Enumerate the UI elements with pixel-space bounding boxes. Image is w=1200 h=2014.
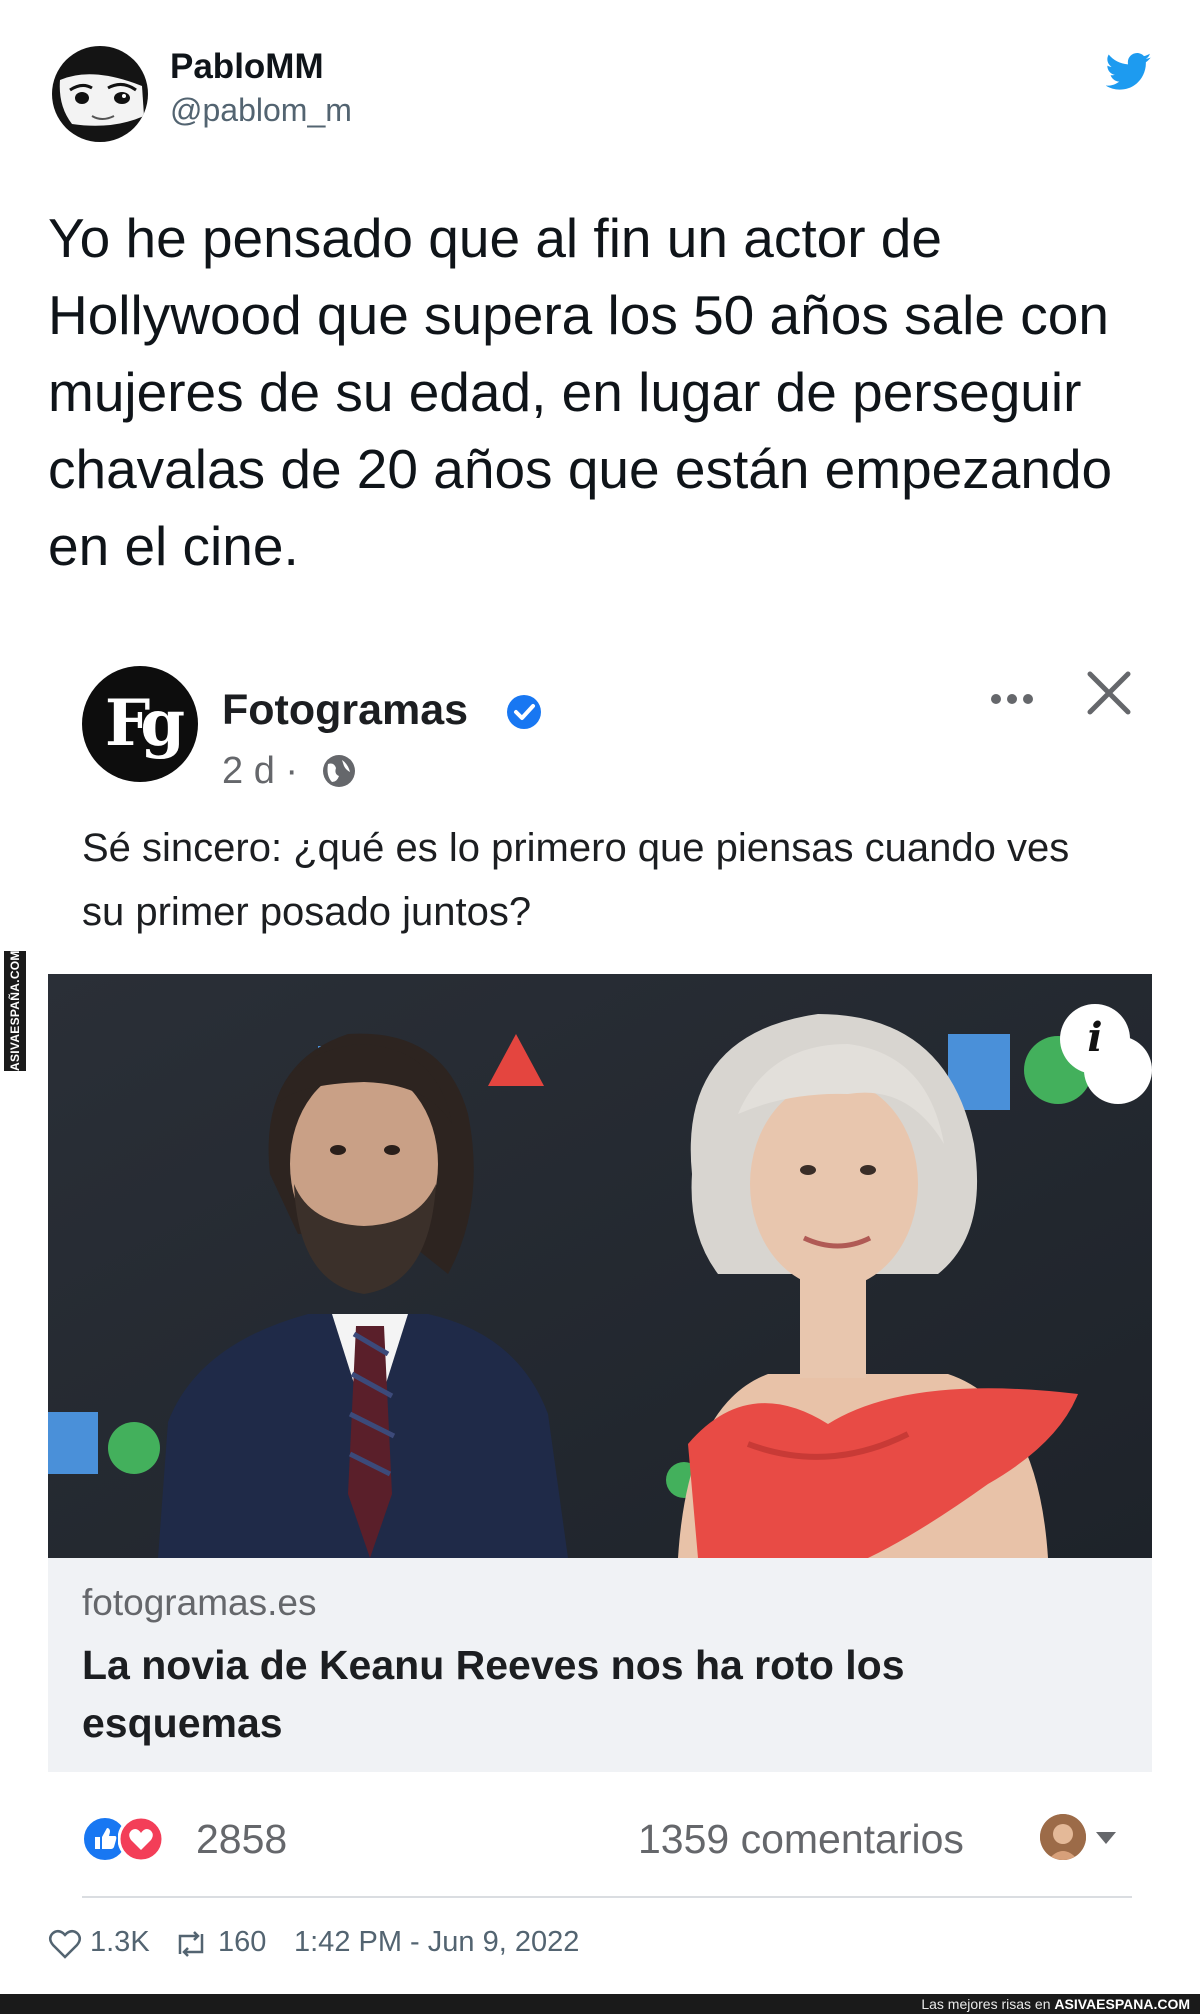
tweet-text: Yo he pensado que al fin un actor de Hol… [48,207,1113,577]
tweet-footer: 1.3K 160 1:42 PM - Jun 9, 2022 [48,1922,1148,1972]
embedded-facebook-post: Fg Fotogramas 2 d · Sé sincero: ¿qué es … [48,646,1152,1908]
author-avatar[interactable] [52,46,148,142]
post-stats: 2858 1359 comentarios [48,1772,1152,1892]
retweets-count[interactable]: 160 [218,1926,266,1959]
chevron-down-icon[interactable] [1094,1830,1118,1846]
close-icon[interactable] [1084,668,1134,718]
reactions-count[interactable]: 2858 [196,1816,287,1863]
viewer-avatar[interactable] [1040,1814,1086,1860]
verified-badge-icon [507,695,541,729]
love-reaction-icon[interactable] [118,1816,164,1862]
page-name[interactable]: Fotogramas [222,686,468,735]
likes-count[interactable]: 1.3K [90,1926,150,1959]
more-icon[interactable] [982,684,1042,714]
info-icon[interactable]: i [1060,1004,1130,1074]
bottom-watermark-prefix: Las mejores risas en [921,1996,1051,2012]
post-photo[interactable]: i [48,974,1152,1558]
info-icon-glyph: i [1087,1014,1103,1061]
tweet-timestamp[interactable]: 1:42 PM - Jun 9, 2022 [294,1926,579,1959]
comments-count[interactable]: 1359 comentarios [638,1816,964,1863]
author-names: PabloMM @pablom_m [170,46,352,132]
link-headline: La novia de Keanu Reeves nos ha roto los… [82,1642,905,1746]
side-watermark: ASIVAESPAÑA.COM [4,950,26,1071]
post-text: Sé sincero: ¿qué es lo primero que piens… [82,826,1070,934]
globe-icon [323,755,355,787]
tweet-header: PabloMM @pablom_m [52,46,1152,156]
bottom-watermark-bar: Las mejores risas en ASIVAESPANA.COM [0,1994,1200,2014]
divider [82,1896,1132,1898]
couple-photo [48,974,1152,1558]
author-handle[interactable]: @pablom_m [170,88,352,132]
link-domain: fotogramas.es [82,1582,317,1623]
twitter-bird-icon[interactable] [1106,52,1152,92]
heart-icon[interactable] [48,1928,82,1960]
page-logo-text: Fg [104,686,185,761]
post-age[interactable]: 2 d · [222,750,298,793]
author-name[interactable]: PabloMM [170,46,352,88]
bottom-watermark-site[interactable]: ASIVAESPANA.COM [1054,1996,1190,2012]
link-preview[interactable]: fotogramas.es La novia de Keanu Reeves n… [48,1558,1152,1772]
retweet-icon[interactable] [172,1928,210,1960]
page-logo[interactable]: Fg [82,666,198,782]
